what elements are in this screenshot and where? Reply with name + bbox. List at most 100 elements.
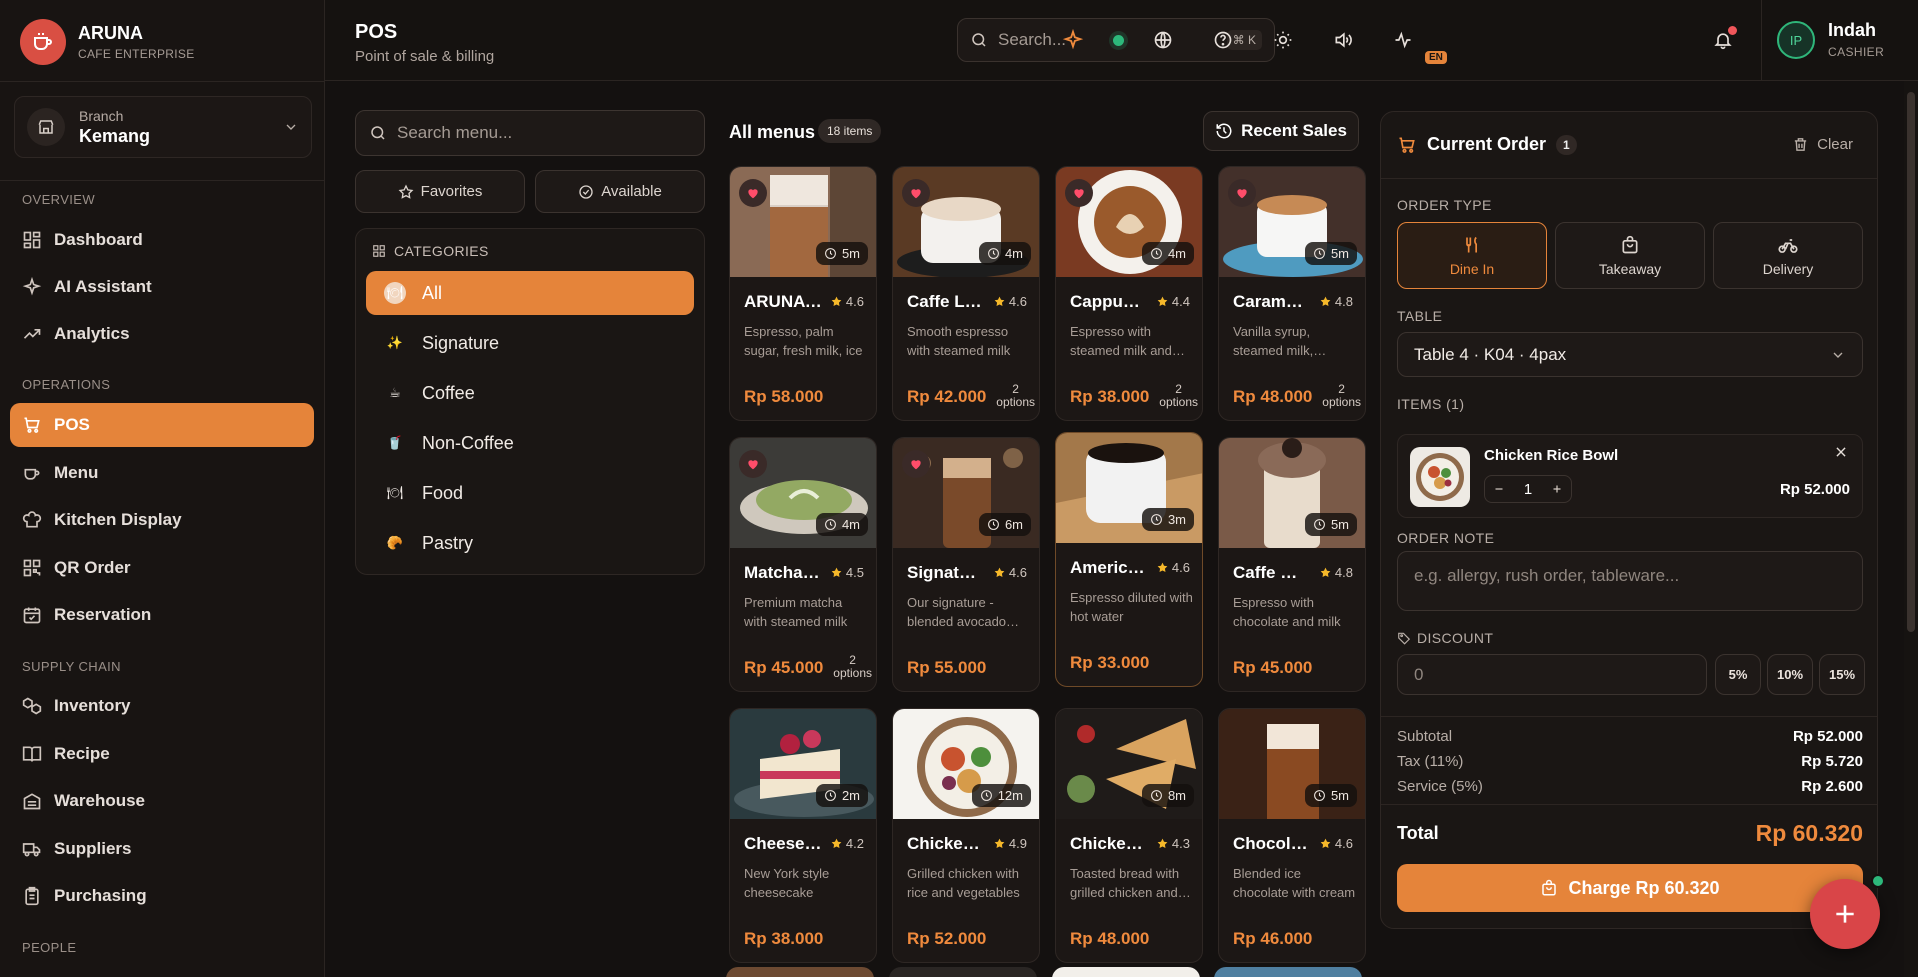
order-note-input[interactable]: e.g. allergy, rush order, tableware...	[1397, 551, 1863, 611]
activity-icon[interactable]	[1390, 27, 1416, 53]
discount-5-button[interactable]: 5%	[1715, 654, 1761, 695]
menu-item-price: Rp 55.000	[907, 658, 987, 677]
menu-card[interactable]: 12m Chicken Rice Bowl 4.9 Grilled chicken w…	[892, 708, 1040, 963]
notification-dot	[1728, 26, 1737, 35]
sidebar-item-recipe[interactable]: Recipe	[10, 732, 314, 776]
order-item: Chicken Rice Bowl 1 Rp 52.000	[1397, 434, 1863, 518]
order-type-delivery[interactable]: Delivery	[1713, 222, 1863, 289]
charge-button[interactable]: Charge Rp 60.320	[1397, 864, 1863, 912]
category-food[interactable]: 🍽 Food	[366, 471, 694, 515]
add-fab-button[interactable]	[1810, 879, 1880, 949]
menu-item-name: Chicken Rice Bowl	[907, 834, 985, 853]
sidebar-item-analytics[interactable]: Analytics	[10, 312, 314, 356]
menu-card[interactable]: 5m Chocolate Frappe 4.6 Blended ice chocola…	[1218, 708, 1366, 963]
discount-15-button[interactable]: 15%	[1819, 654, 1865, 695]
quantity-value: 1	[1523, 480, 1533, 498]
discount-10-button[interactable]: 10%	[1767, 654, 1813, 695]
menu-card[interactable]: 4m Matcha Latte 4.5 Premium matcha with ste…	[729, 437, 877, 692]
dashboard-icon	[23, 231, 41, 249]
order-item-price: Rp 52.000	[1779, 481, 1850, 498]
volume-icon[interactable]	[1330, 27, 1356, 53]
menu-card[interactable]: 5m ARUNA Signature 4.6 Espresso, palm sugar…	[729, 166, 877, 421]
sidebar-item-label: Menu	[54, 463, 99, 482]
menu-card[interactable]: 3m Americano 4.6 Espresso diluted with hot …	[1055, 432, 1203, 687]
table-select[interactable]: Table 4 · K04 · 4pax	[1397, 332, 1863, 377]
sidebar-item-inventory[interactable]: Inventory	[10, 684, 314, 728]
menu-card[interactable]: 4m Cappuccino 4.4 Espresso with steamed mil…	[1055, 166, 1203, 421]
heart-icon[interactable]	[739, 179, 767, 207]
help-icon[interactable]	[1210, 27, 1236, 53]
sun-icon[interactable]	[1270, 27, 1296, 53]
section-label-supply-chain: SUPPLY CHAIN	[22, 659, 121, 674]
store-icon	[27, 108, 65, 146]
sidebar-item-menu[interactable]: Menu	[10, 451, 314, 495]
star-icon	[994, 296, 1005, 307]
bicycle-icon	[1778, 238, 1798, 253]
minus-icon[interactable]	[1493, 483, 1505, 495]
prep-time: 8m	[1167, 788, 1186, 803]
menu-card[interactable]: 5m Caramel Macchiato 4.8 Vanilla syrup, ste…	[1218, 166, 1366, 421]
category-pastry[interactable]: 🥐 Pastry	[366, 521, 694, 565]
globe-icon[interactable]	[1150, 27, 1176, 53]
sidebar-item-ai-assistant[interactable]: AI Assistant	[10, 265, 314, 309]
menu-item-price: Rp 38.000	[744, 929, 824, 948]
avatar[interactable]: IP	[1777, 21, 1815, 59]
available-filter-button[interactable]: Available	[535, 170, 705, 213]
menu-search-input[interactable]: Search menu...	[355, 110, 705, 156]
category-signature[interactable]: ✨ Signature	[366, 321, 694, 365]
favorites-filter-button[interactable]: Favorites	[355, 170, 525, 213]
chevron-down-icon	[286, 124, 296, 130]
branch-selector[interactable]: Branch Kemang	[14, 96, 312, 158]
sidebar-item-warehouse[interactable]: Warehouse	[10, 779, 314, 823]
discount-input[interactable]: 0	[1397, 654, 1707, 695]
menu-card[interactable]: 4m Caffe Latte 4.6 Smooth espresso with ste…	[892, 166, 1040, 421]
brand[interactable]: ARUNA CAFE ENTERPRISE	[20, 19, 195, 65]
clear-order-button[interactable]: Clear	[1792, 136, 1853, 153]
menu-item-rating: 4.8	[1319, 294, 1353, 309]
order-type-takeaway[interactable]: Takeaway	[1555, 222, 1705, 289]
sidebar-item-purchasing[interactable]: Purchasing	[10, 874, 314, 918]
category-non-coffee[interactable]: 🥤 Non-Coffee	[366, 421, 694, 465]
order-type-dine-in[interactable]: Dine In	[1397, 222, 1547, 289]
sidebar-item-reservation[interactable]: Reservation	[10, 593, 314, 637]
star-icon	[1157, 562, 1168, 573]
menu-card[interactable]: 5m Caffe Mocha 4.8 Espresso with chocolate …	[1218, 437, 1366, 692]
discount-label: DISCOUNT	[1397, 630, 1493, 646]
order-item-name: Chicken Rice Bowl	[1484, 447, 1619, 464]
sparkle-icon[interactable]	[1060, 27, 1086, 53]
heart-icon[interactable]	[1065, 179, 1093, 207]
sidebar-item-kitchen-display[interactable]: Kitchen Display	[10, 498, 314, 542]
category-all[interactable]: 🍽 All	[366, 271, 694, 315]
heart-icon[interactable]	[1228, 179, 1256, 207]
category-coffee[interactable]: ☕ Coffee	[366, 371, 694, 415]
clock-icon	[1314, 248, 1325, 259]
menu-card-partial	[889, 967, 1037, 977]
sidebar-item-pos[interactable]: POS	[10, 403, 314, 447]
order-note-label: ORDER NOTE	[1397, 530, 1495, 546]
menu-card[interactable]: 2m Cheesecake 4.2New York style cheesecake…	[729, 708, 877, 963]
prep-time: 5m	[1330, 246, 1349, 261]
sidebar-item-qr-order[interactable]: QR Order	[10, 546, 314, 590]
scrollbar-thumb[interactable]	[1907, 92, 1915, 632]
recent-sales-button[interactable]: Recent Sales	[1203, 111, 1359, 151]
remove-item-icon[interactable]	[1834, 445, 1848, 462]
clock-icon	[1151, 790, 1162, 801]
tax-value: Rp 5.720	[1801, 753, 1863, 770]
sidebar-item-suppliers[interactable]: Suppliers	[10, 827, 314, 871]
page-subtitle: Point of sale & billing	[355, 48, 495, 65]
items-label: ITEMS (1)	[1397, 396, 1465, 412]
plus-icon[interactable]	[1551, 483, 1563, 495]
top-header: POS Point of sale & billing Search... ⌘ …	[325, 0, 1918, 81]
heart-icon[interactable]	[902, 450, 930, 478]
subtotal-value: Rp 52.000	[1792, 728, 1863, 745]
menu-card[interactable]: 6m Signature Avocado 4.6 Our signature - bl…	[892, 437, 1040, 692]
menu-item-name: ARUNA Signature	[744, 292, 822, 311]
menu-card[interactable]: 8m Chicken Sandwich 4.3 Toasted bread with …	[1055, 708, 1203, 963]
heart-icon[interactable]	[739, 450, 767, 478]
menu-item-description: Our signature - blended avocado coffee	[907, 595, 1007, 629]
history-icon	[1216, 123, 1232, 139]
heart-icon[interactable]	[902, 179, 930, 207]
divider	[1381, 804, 1877, 805]
menu-item-rating: 4.6	[1319, 836, 1353, 851]
sidebar-item-dashboard[interactable]: Dashboard	[10, 218, 314, 262]
